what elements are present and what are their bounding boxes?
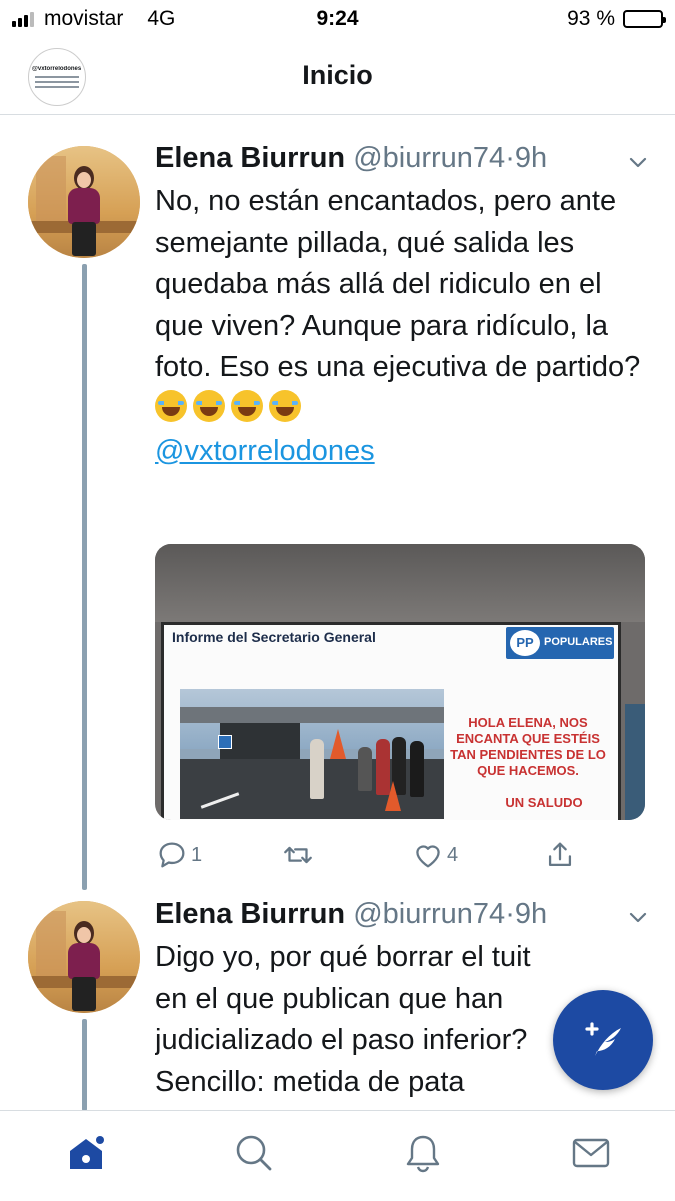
slide-screen: Informe del Secretario General PP POPULA… — [161, 622, 621, 820]
tab-home[interactable] — [64, 1131, 108, 1175]
logo-initials: PP — [510, 630, 540, 656]
logo-text: POPULARES — [544, 636, 613, 648]
chevron-down-icon[interactable] — [626, 150, 650, 174]
reply-icon — [159, 842, 185, 868]
user-handle[interactable]: @biurrun74 — [353, 898, 505, 930]
tears-of-joy-emoji — [231, 389, 263, 422]
search-icon — [236, 1135, 272, 1171]
tweet-header: Elena Biurrun @biurrun74·9h — [155, 898, 547, 931]
slide-message: HOLA ELENA, NOS ENCANTA QUE ESTÉIS TAN P… — [450, 715, 606, 778]
thread-line — [82, 1019, 87, 1111]
top-nav-bar: @vxtorrelodones te bloqueó Inicio — [0, 38, 675, 115]
tweet-body: No, no están encantados, pero ante semej… — [155, 185, 641, 384]
user-avatar[interactable] — [28, 146, 140, 258]
status-bar: movistar 4G 9:24 93 % — [0, 0, 675, 38]
like-count: 4 — [447, 843, 459, 866]
tears-of-joy-emoji — [193, 389, 225, 422]
tweet-actions: 1 4 — [155, 838, 625, 878]
user-name[interactable]: Elena Biurrun — [155, 898, 345, 930]
messages-icon — [572, 1138, 610, 1168]
tweet-image[interactable]: Informe del Secretario General PP POPULA… — [155, 544, 645, 820]
battery-icon — [623, 10, 666, 28]
battery-percent: 93 % — [567, 7, 615, 30]
page-title: Inicio — [302, 60, 373, 90]
heart-icon — [416, 845, 440, 868]
user-avatar[interactable] — [28, 901, 140, 1013]
reply-button[interactable]: 1 — [155, 838, 202, 872]
tab-notifications[interactable] — [401, 1131, 445, 1175]
retweet-button[interactable] — [281, 838, 315, 872]
share-icon — [548, 842, 572, 867]
road-photo — [180, 689, 444, 819]
notifications-icon — [406, 1135, 440, 1173]
separator: · — [505, 898, 515, 930]
tears-of-joy-emoji — [155, 389, 187, 422]
party-logo: PP POPULARES — [506, 627, 614, 659]
tweet-header: Elena Biurrun @biurrun74·9h — [155, 142, 547, 175]
tab-search[interactable] — [232, 1131, 276, 1175]
tab-messages[interactable] — [569, 1131, 613, 1175]
slide-title: Informe del Secretario General — [172, 629, 376, 645]
separator: · — [505, 142, 515, 174]
reply-count: 1 — [191, 843, 203, 866]
tweet-text: No, no están encantados, pero ante semej… — [155, 181, 655, 472]
compose-tweet-button[interactable] — [553, 990, 653, 1090]
chevron-down-icon[interactable] — [626, 905, 650, 929]
tweet-time: 9h — [514, 898, 548, 930]
share-button[interactable] — [543, 838, 577, 872]
bottom-tab-bar — [0, 1110, 675, 1201]
tweet-time: 9h — [514, 142, 548, 174]
emoji-group — [155, 389, 307, 425]
mention-link[interactable]: @vxtorrelodones — [155, 435, 375, 467]
user-name[interactable]: Elena Biurrun — [155, 142, 345, 174]
thread-line — [82, 264, 87, 890]
like-button[interactable]: 4 — [411, 838, 458, 872]
slide-saludo: UN SALUDO — [505, 795, 583, 810]
tweet-line: Digo yo, por qué borrar el tuit — [155, 941, 531, 973]
home-icon — [70, 1136, 104, 1169]
user-handle[interactable]: @biurrun74 — [353, 142, 505, 174]
retweet-icon — [284, 846, 312, 864]
compose-feather-icon — [585, 1022, 621, 1056]
tears-of-joy-emoji — [269, 389, 301, 422]
